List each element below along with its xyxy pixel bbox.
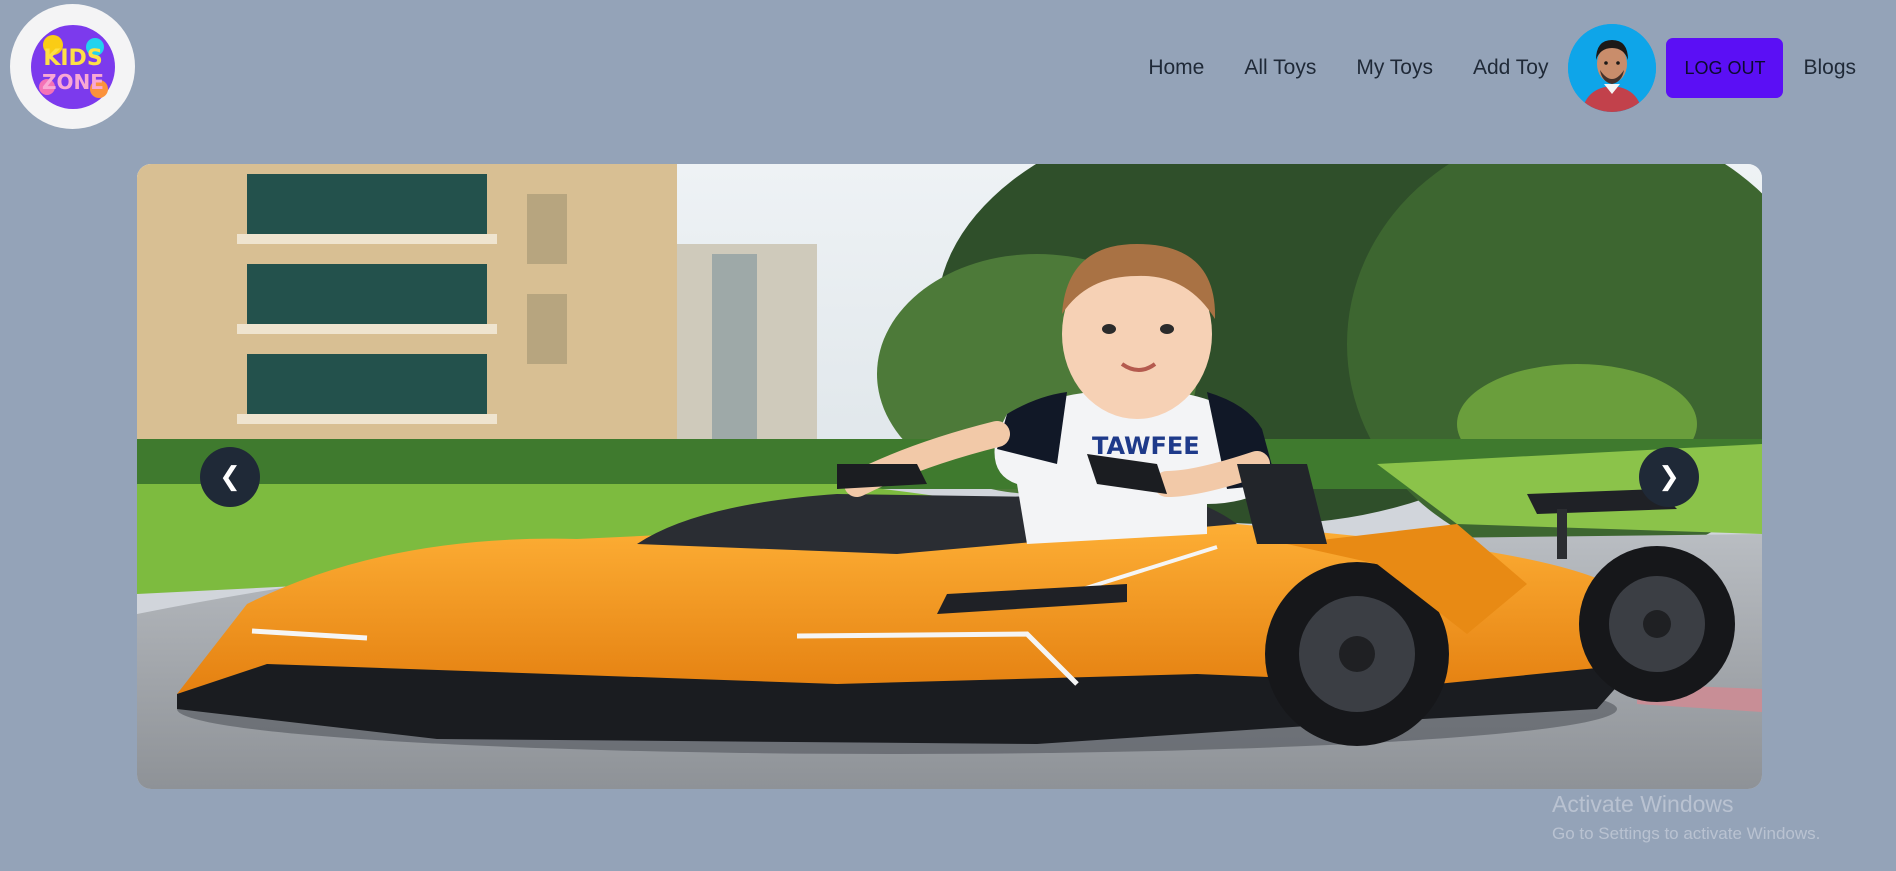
navbar: KIDS ZONE Home All Toys My Toys Add Toy … xyxy=(0,0,1896,135)
kids-zone-logo[interactable]: KIDS ZONE xyxy=(10,4,135,129)
logo-graphic: KIDS ZONE xyxy=(30,24,115,109)
nav-link-home[interactable]: Home xyxy=(1128,44,1224,92)
carousel-next-button[interactable]: ❯ xyxy=(1639,447,1699,507)
nav-link-add-toy[interactable]: Add Toy xyxy=(1453,44,1569,92)
logout-button[interactable]: LOG OUT xyxy=(1666,38,1784,98)
logo-text-kids: KIDS xyxy=(43,46,102,71)
watermark-title: Activate Windows xyxy=(1552,791,1734,817)
user-avatar[interactable] xyxy=(1568,24,1657,112)
watermark-subtitle: Go to Settings to activate Windows. xyxy=(1552,824,1821,843)
nav-link-my-toys[interactable]: My Toys xyxy=(1336,44,1453,92)
nav-link-all-toys[interactable]: All Toys xyxy=(1224,44,1336,92)
hero-carousel: TAWFEE ❮ ❯ xyxy=(137,164,1762,789)
activate-windows-watermark: Activate Windows Go to Settings to activ… xyxy=(1552,791,1820,844)
logo-text-zone: ZONE xyxy=(42,70,104,94)
slide-image-kid-ride-on-car: TAWFEE xyxy=(137,164,1762,789)
nav-link-blogs[interactable]: Blogs xyxy=(1783,44,1876,92)
carousel-prev-button[interactable]: ❮ xyxy=(200,447,260,507)
avatar-icon xyxy=(1568,24,1657,112)
nav-menu: Home All Toys My Toys Add Toy LOG OUT Bl… xyxy=(1128,22,1876,114)
shirt-print-text: TAWFEE xyxy=(1092,432,1200,460)
